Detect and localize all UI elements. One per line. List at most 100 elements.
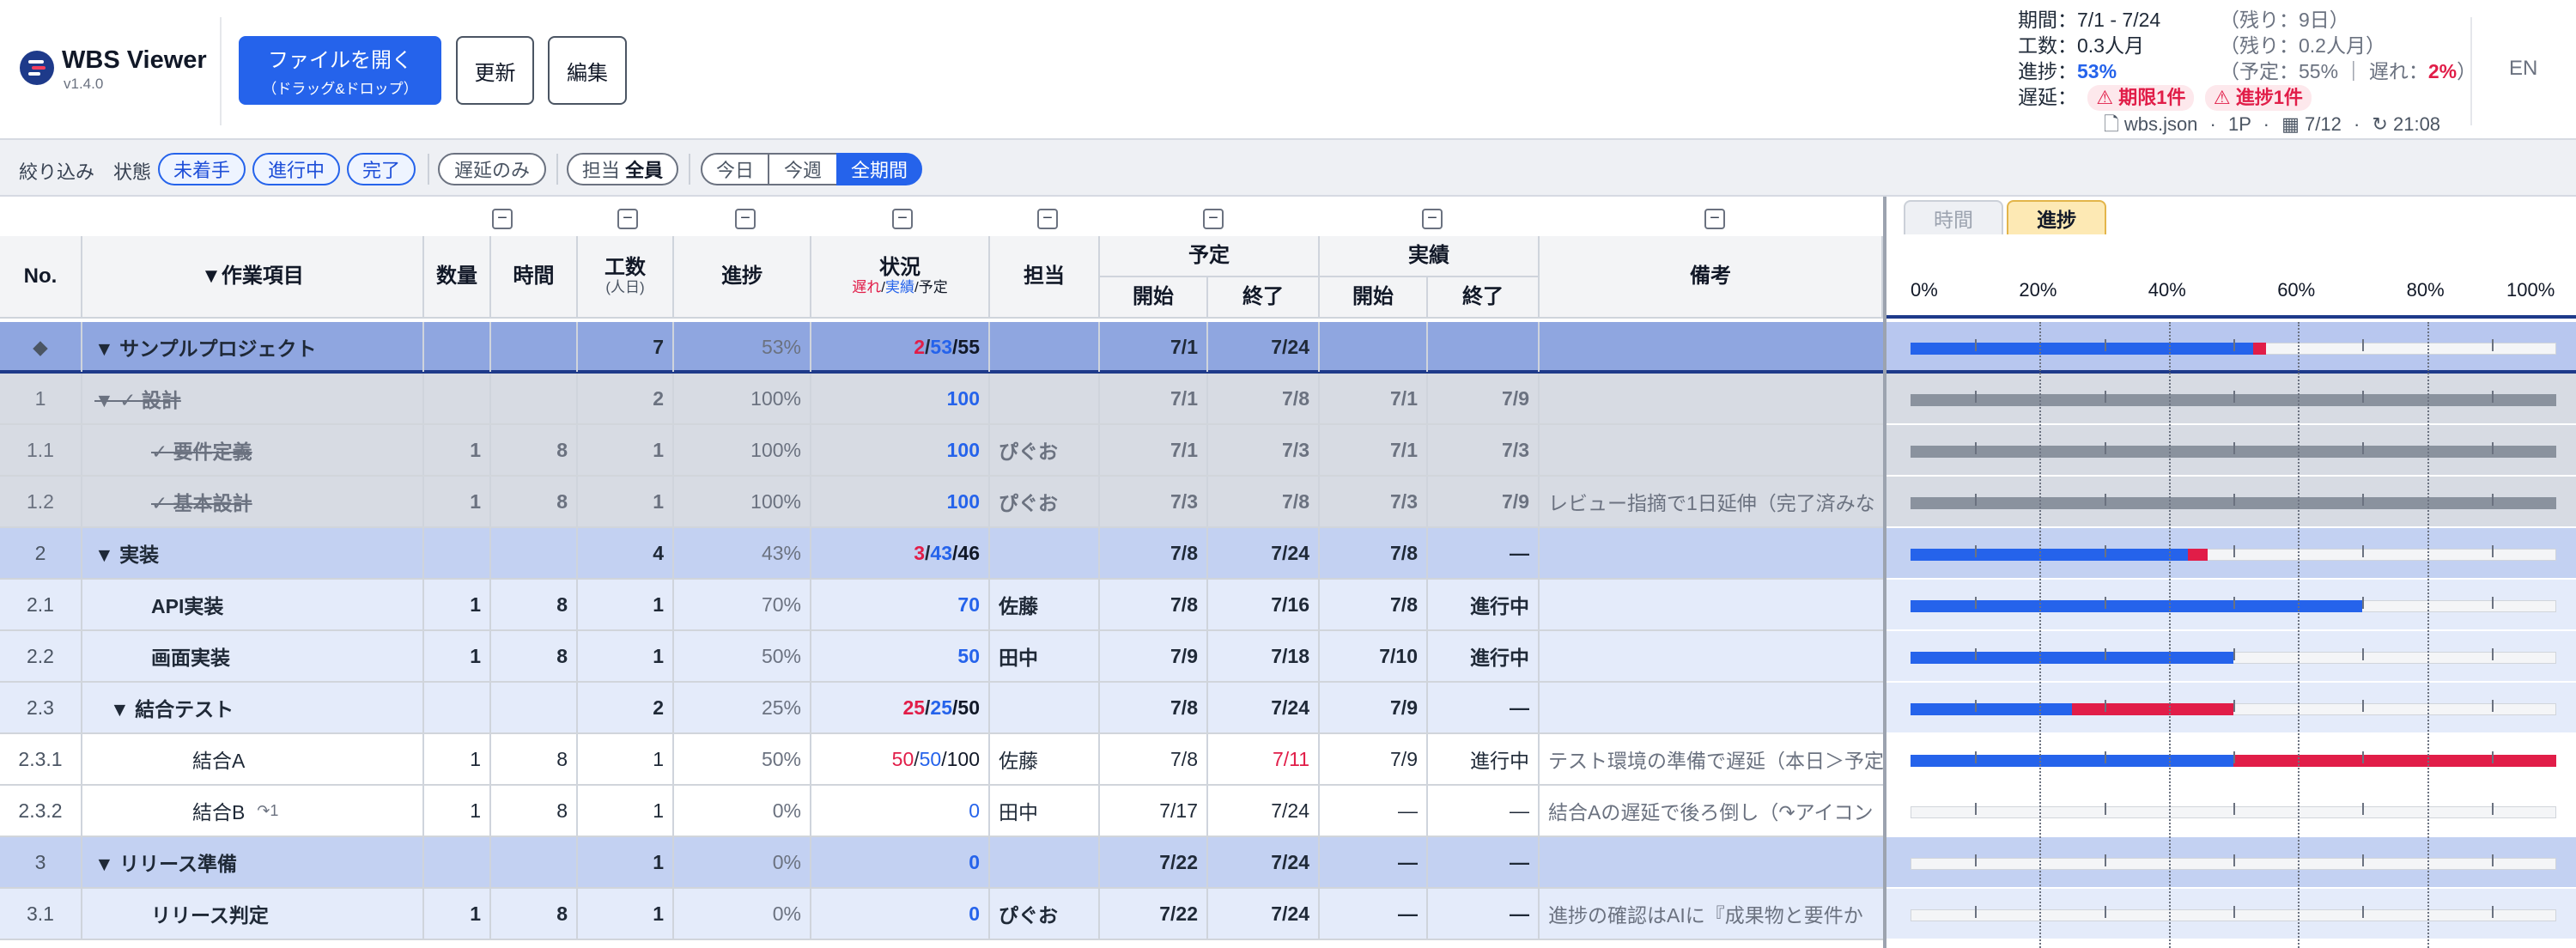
gantt-tick xyxy=(2233,494,2235,506)
collapse-qty-hours-button[interactable]: − xyxy=(492,209,513,229)
collapse-plan-button[interactable]: − xyxy=(1203,209,1224,229)
language-toggle[interactable]: EN xyxy=(2509,57,2537,81)
gantt-progress-bar[interactable] xyxy=(1911,343,2253,355)
cell-no: 3 xyxy=(0,837,82,887)
status-actual: 100 xyxy=(946,489,980,513)
gantt-progress-bar[interactable] xyxy=(1911,755,2233,767)
cell-as xyxy=(1320,322,1428,372)
col-actual-end[interactable]: 終了 xyxy=(1428,277,1540,319)
gantt-tick xyxy=(1975,648,1978,660)
filter-assignee[interactable]: 担当 全員 xyxy=(567,153,678,185)
table-row[interactable]: 1.1 ✓ 要件定義 1 8 1 100% 100 ぴぐお 7/1 7/3 7/1 7/3 xyxy=(0,425,1883,477)
table-row[interactable]: 2.3 ▼ 結合テスト 2 25% 25/25/50 7/8 7/24 7/9— xyxy=(0,683,1883,734)
cell-pe: 7/8 xyxy=(1208,374,1320,423)
cell-hours: 8 xyxy=(491,786,578,836)
cell-qty: 1 xyxy=(424,477,491,526)
cell-ps: 7/8 xyxy=(1100,580,1208,629)
col-no[interactable]: No. xyxy=(0,236,82,319)
wbs-table: − − − − − − − − No. ▼作業項目 数量 時間 工数 (人日) … xyxy=(0,197,1883,948)
filter-not-started[interactable]: 未着手 xyxy=(158,153,246,185)
cell-ps: 7/22 xyxy=(1100,837,1208,887)
gantt-progress-bar[interactable] xyxy=(1911,652,2233,664)
cell-assignee xyxy=(990,528,1100,578)
refresh-button[interactable]: 更新 xyxy=(456,36,534,105)
filter-done[interactable]: 完了 xyxy=(347,153,416,185)
gantt-tick xyxy=(2362,494,2365,506)
table-row[interactable]: 1 ▼ ✓ 設計 2 100% 100 7/1 7/8 7/1 7/9 xyxy=(0,374,1883,425)
cell-pe: 7/24 xyxy=(1208,528,1320,578)
range-week[interactable]: 今週 xyxy=(768,153,838,185)
table-row[interactable]: 2.2 画面実装 1 8 1 50% 50 田中 7/9 7/18 7/10 進行中 xyxy=(0,631,1883,683)
filter-delayed-only[interactable]: 遅延のみ xyxy=(438,153,546,185)
gantt-progress-bar[interactable] xyxy=(1911,703,2072,715)
cell-hours: 8 xyxy=(491,477,578,526)
task-name: ✓ 基本設計 xyxy=(151,492,252,514)
col-qty[interactable]: 数量 xyxy=(424,236,491,319)
gantt-late-bar[interactable] xyxy=(2233,755,2556,767)
status-plan: /50 xyxy=(952,696,980,719)
table-row[interactable]: 3 ▼ リリース準備 1 0% 0 7/22 7/24— — xyxy=(0,837,1883,889)
gantt-tick xyxy=(2233,906,2235,918)
app-title: WBS Viewer xyxy=(62,46,207,74)
gantt-axis-label: 0% xyxy=(1911,279,1938,301)
col-effort[interactable]: 工数 (人日) xyxy=(578,236,674,319)
range-today[interactable]: 今日 xyxy=(701,153,769,185)
range-all[interactable]: 全期間 xyxy=(836,153,922,185)
gantt-tick xyxy=(2233,597,2235,609)
col-task[interactable]: ▼作業項目 xyxy=(82,236,424,319)
col-progress[interactable]: 進捗 xyxy=(674,236,811,319)
gantt-tick xyxy=(1975,700,1978,712)
gantt-tab-progress[interactable]: 進捗 xyxy=(2007,200,2106,234)
col-status[interactable]: 状況 遅れ/実績/予定 xyxy=(811,236,990,319)
cell-as: 7/10 xyxy=(1320,631,1428,681)
cell-ae: 進行中 xyxy=(1428,734,1540,784)
gantt-tick xyxy=(2104,906,2106,918)
collapse-progress-button[interactable]: − xyxy=(735,209,756,229)
gantt-tick xyxy=(2362,648,2365,660)
cell-progress: 100% xyxy=(674,477,811,526)
collapse-actual-button[interactable]: − xyxy=(1422,209,1443,229)
col-assignee[interactable]: 担当 xyxy=(990,236,1100,319)
cell-pe: 7/24 xyxy=(1208,683,1320,732)
gantt-tick xyxy=(1975,597,1978,609)
table-row[interactable]: 3.1 リリース判定 1 8 1 0% 0 ぴぐお 7/22 7/24— — 進捗の確認はAIに『成果… xyxy=(0,889,1883,940)
gantt-late-bar[interactable] xyxy=(2252,343,2266,355)
edit-button[interactable]: 編集 xyxy=(548,36,627,105)
gantt-progress-bar[interactable] xyxy=(1911,549,2189,561)
col-plan-end[interactable]: 終了 xyxy=(1208,277,1320,319)
table-row[interactable]: 2.1 API実装 1 8 1 70% 70 佐藤 7/8 7/16 7/8 進行中 xyxy=(0,580,1883,631)
table-row[interactable]: 2 ▼ 実装 4 43% 3/43/46 7/8 7/24 7/8— xyxy=(0,528,1883,580)
collapse-effort-button[interactable]: − xyxy=(617,209,638,229)
task-name: ✓ 要件定義 xyxy=(151,441,252,463)
gantt-tick xyxy=(2491,906,2494,918)
cell-hours: 8 xyxy=(491,425,578,475)
col-notes[interactable]: 備考 xyxy=(1540,236,1883,319)
cell-ae: 7/9 xyxy=(1428,374,1540,423)
delay-deadline-badge[interactable]: ⚠ 期限1件 xyxy=(2087,85,2195,111)
table-row[interactable]: 1.2 ✓ 基本設計 1 8 1 100% 100 ぴぐお 7/3 7/8 7/3 7/9 レビュー指摘… xyxy=(0,477,1883,528)
cell-no: 1.1 xyxy=(0,425,82,475)
gantt-row xyxy=(1886,786,2576,837)
table-row[interactable]: 2.3.2 結合B ↷1 1 8 1 0% 0 田中 7/17 7/24— — 結合Aの遅延で後ろ倒し（… xyxy=(0,786,1883,837)
gantt-late-bar[interactable] xyxy=(2188,549,2208,561)
gantt-tab-time[interactable]: 時間 xyxy=(1904,200,2003,234)
table-row[interactable]: ◆ ▼ サンプルプロジェクト 7 53% 2/53/55 7/1 7/24 xyxy=(0,322,1883,374)
gantt-progress-bar[interactable] xyxy=(1911,600,2363,612)
collapse-status-button[interactable]: − xyxy=(892,209,913,229)
collapse-assignee-button[interactable]: − xyxy=(1037,209,1058,229)
open-file-label: ファイルを開く xyxy=(268,49,412,72)
gantt-tick xyxy=(2362,854,2365,866)
col-actual-start[interactable]: 開始 xyxy=(1320,277,1428,319)
delay-progress-badge[interactable]: ⚠ 進捗1件 xyxy=(2204,85,2312,111)
file-icon: 🗋 xyxy=(2104,113,2119,135)
col-hours[interactable]: 時間 xyxy=(491,236,578,319)
gantt-late-bar[interactable] xyxy=(2072,703,2233,715)
col-plan-start[interactable]: 開始 xyxy=(1100,277,1208,319)
filter-in-progress[interactable]: 進行中 xyxy=(252,153,340,185)
collapse-notes-button[interactable]: − xyxy=(1704,209,1725,229)
table-row[interactable]: 2.3.1 結合A 1 8 1 50% 50/50/100 佐藤 7/8 7/11 7/9 進行中 テス… xyxy=(0,734,1883,786)
gantt-tick xyxy=(2104,391,2106,403)
cell-qty xyxy=(424,374,491,423)
cell-as: 7/8 xyxy=(1320,580,1428,629)
open-file-button[interactable]: ファイルを開く （ドラッグ&ドロップ） xyxy=(239,36,441,105)
